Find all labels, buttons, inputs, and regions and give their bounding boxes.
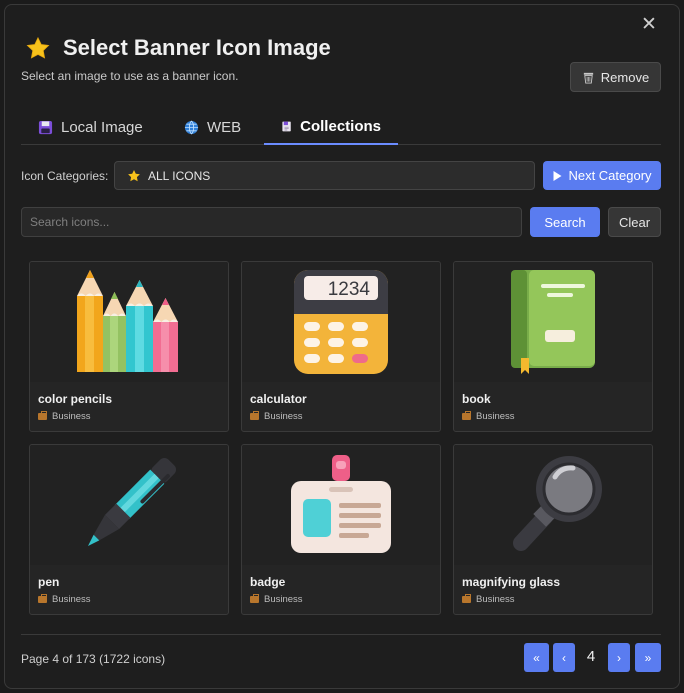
color-pencils-icon	[77, 270, 179, 372]
icon-category: Business	[38, 411, 91, 422]
icon-category: Business	[38, 594, 91, 605]
icon-name: color pencils	[38, 392, 113, 406]
icon-thumbnail	[30, 445, 228, 565]
tab-local-image[interactable]: Local Image	[21, 109, 160, 145]
select-banner-icon-dialog: ✕ Select Banner Icon Image Select an ima…	[4, 4, 680, 689]
close-icon: ✕	[641, 14, 657, 35]
briefcase-icon	[38, 594, 47, 603]
icon-thumbnail	[242, 445, 440, 565]
calculator-icon: 1234	[294, 270, 388, 374]
icon-category-label: Business	[52, 594, 91, 605]
briefcase-icon	[462, 594, 471, 603]
icon-card-color-pencils[interactable]: color pencils Business	[29, 261, 229, 432]
icon-categories-label: Icon Categories:	[21, 169, 109, 183]
icon-category-label: Business	[476, 411, 515, 422]
star-icon	[26, 36, 50, 59]
calculator-display: 1234	[328, 279, 371, 300]
tab-web[interactable]: WEB	[167, 109, 258, 145]
dialog-subtitle: Select an image to use as a banner icon.	[21, 69, 239, 83]
briefcase-icon	[462, 411, 471, 420]
icon-category: Business	[250, 411, 303, 422]
remove-button[interactable]: Remove	[570, 62, 661, 92]
magnifying-glass-icon	[513, 456, 602, 551]
briefcase-icon	[250, 594, 259, 603]
tab-local-image-label: Local Image	[61, 118, 143, 136]
source-tabs: Local Image WEB Collections	[21, 109, 661, 145]
icon-category: Business	[250, 594, 303, 605]
book-icon	[282, 121, 291, 131]
icon-category-value: ALL ICONS	[148, 168, 211, 183]
briefcase-icon	[38, 411, 47, 420]
icon-thumbnail	[454, 445, 652, 565]
icon-name: pen	[38, 575, 60, 589]
icon-category: Business	[462, 411, 515, 422]
icon-category-label: Business	[264, 411, 303, 422]
icon-card-badge[interactable]: badge Business	[241, 444, 441, 615]
dialog-title-text: Select Banner Icon Image	[63, 35, 331, 60]
icon-name: book	[462, 392, 491, 406]
icon-thumbnail: 1234	[242, 262, 440, 382]
star-icon	[128, 169, 140, 181]
icon-card-magnifying-glass[interactable]: magnifying glass Business	[453, 444, 653, 615]
next-category-button[interactable]: Next Category	[543, 161, 661, 190]
icon-card-pen[interactable]: pen Business	[29, 444, 229, 615]
briefcase-icon	[250, 411, 259, 420]
search-button[interactable]: Search	[530, 207, 600, 237]
play-icon	[553, 170, 562, 181]
icon-category: Business	[462, 594, 515, 605]
icon-category-label: Business	[476, 594, 515, 605]
next-category-label: Next Category	[568, 168, 652, 183]
current-page-number: 4	[586, 648, 596, 665]
tab-collections-label: Collections	[300, 117, 381, 135]
trash-icon	[583, 72, 593, 84]
icon-category-label: Business	[264, 594, 303, 605]
icon-card-book[interactable]: book Business	[453, 261, 653, 432]
tab-collections[interactable]: Collections	[264, 109, 398, 145]
search-input[interactable]	[21, 207, 522, 237]
floppy-disk-icon	[38, 120, 53, 134]
icon-card-calculator[interactable]: 1234 calculator Business	[241, 261, 441, 432]
icon-category-label: Business	[52, 411, 91, 422]
id-badge-icon	[291, 455, 391, 553]
clear-button[interactable]: Clear	[608, 207, 661, 237]
icon-category-select[interactable]: ALL ICONS	[114, 161, 535, 190]
green-book-icon	[511, 270, 595, 374]
pen-icon	[87, 457, 177, 547]
next-page-button[interactable]: ›	[608, 643, 630, 672]
page-info: Page 4 of 173 (1722 icons)	[21, 652, 166, 666]
icon-name: magnifying glass	[462, 575, 561, 589]
dialog-title: Select Banner Icon Image	[25, 35, 331, 61]
first-page-button[interactable]: «	[524, 643, 549, 672]
icon-thumbnail	[30, 262, 228, 382]
remove-button-label: Remove	[600, 69, 650, 85]
footer-divider	[21, 634, 661, 635]
icon-name: calculator	[250, 392, 307, 406]
icon-grid: color pencils Business 1234 calculator B…	[29, 261, 653, 615]
close-button[interactable]: ✕	[639, 15, 659, 35]
globe-icon	[184, 120, 199, 134]
tab-web-label: WEB	[207, 118, 242, 136]
prev-page-button[interactable]: ‹	[553, 643, 575, 672]
icon-thumbnail	[454, 262, 652, 382]
icon-name: badge	[250, 575, 286, 589]
last-page-button[interactable]: »	[635, 643, 661, 672]
